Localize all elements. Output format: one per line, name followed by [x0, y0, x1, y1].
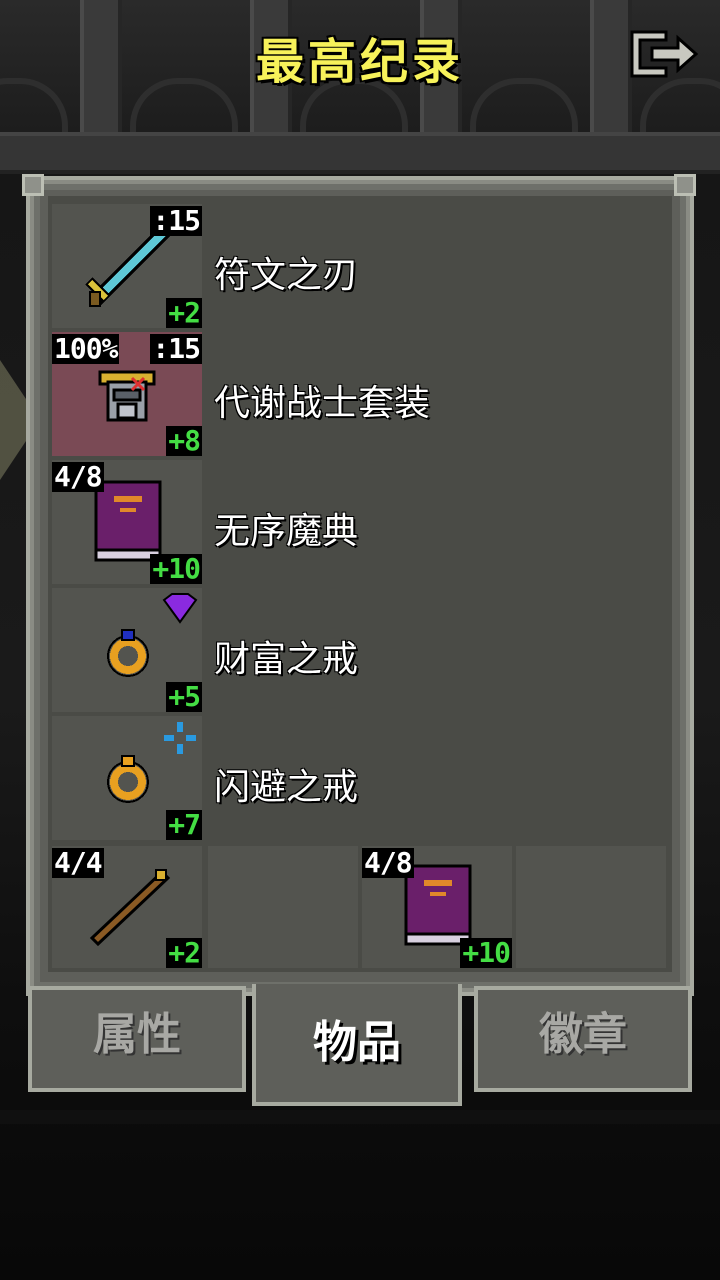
- item-slot[interactable]: +5: [52, 588, 202, 712]
- item-level-badge: :15: [150, 332, 202, 365]
- background-floor: [0, 1110, 720, 1124]
- tab-label: 属性: [93, 1009, 181, 1060]
- blue-crosshair-icon: [164, 722, 196, 754]
- item-upgrade-badge: +7: [166, 808, 202, 841]
- item-name: 闪避之戒: [214, 767, 359, 808]
- item-level-badge: :15: [150, 204, 202, 237]
- background-ledge: [0, 132, 720, 174]
- item-name: 代谢战士套装: [214, 383, 431, 424]
- item-upgrade-badge: +10: [150, 552, 202, 585]
- quickslot-tome[interactable]: 4/8 +10: [362, 846, 512, 968]
- panel-corner: [674, 174, 696, 196]
- item-upgrade-badge: +8: [166, 424, 202, 457]
- item-name: 符文之刃: [214, 255, 359, 296]
- tab-label: 物品: [313, 1017, 401, 1068]
- exit-icon: [630, 30, 699, 78]
- quickslot-empty[interactable]: [516, 846, 666, 968]
- quickslot-upgrade-badge: +10: [460, 936, 512, 969]
- page-title: 最高纪录: [255, 34, 464, 90]
- item-charge-badge: 100%: [52, 332, 120, 365]
- item-row-ring-of-wealth[interactable]: +5 财富之戒: [52, 588, 668, 712]
- exit-button[interactable]: [626, 26, 700, 82]
- tab-stats[interactable]: 属性: [28, 986, 246, 1092]
- quickslot-empty[interactable]: [208, 846, 358, 968]
- item-slot[interactable]: :15 +2: [52, 204, 202, 328]
- item-row-warrior-armor[interactable]: 100% :15 +8 代谢战士套装: [52, 332, 668, 456]
- item-slot[interactable]: 4/8 +10: [52, 460, 202, 584]
- item-slot[interactable]: 100% :15 +8: [52, 332, 202, 456]
- panel-corner: [22, 174, 44, 196]
- tab-label: 徽章: [539, 1009, 627, 1060]
- item-name: 无序魔典: [214, 511, 359, 552]
- quickslot-upgrade-badge: +2: [166, 936, 202, 969]
- item-charges-badge: 4/8: [52, 460, 104, 493]
- item-row-ring-of-evasion[interactable]: +7 闪避之戒: [52, 716, 668, 840]
- item-name: 财富之戒: [214, 639, 359, 680]
- quickslot-wand[interactable]: 4/4 +2: [52, 846, 202, 968]
- tab-badges[interactable]: 徽章: [474, 986, 692, 1092]
- item-row-runic-blade[interactable]: :15 +2 符文之刃: [52, 204, 668, 328]
- item-row-chaos-tome[interactable]: 4/8 +10 无序魔典: [52, 460, 668, 584]
- item-upgrade-badge: +2: [166, 296, 202, 329]
- quickslot-charges-badge: 4/4: [52, 846, 104, 879]
- purple-gem-icon: [162, 593, 198, 624]
- tab-items[interactable]: 物品: [252, 984, 462, 1106]
- quickslot-charges-badge: 4/8: [362, 846, 414, 879]
- item-upgrade-badge: +5: [166, 680, 202, 713]
- item-slot[interactable]: +7: [52, 716, 202, 840]
